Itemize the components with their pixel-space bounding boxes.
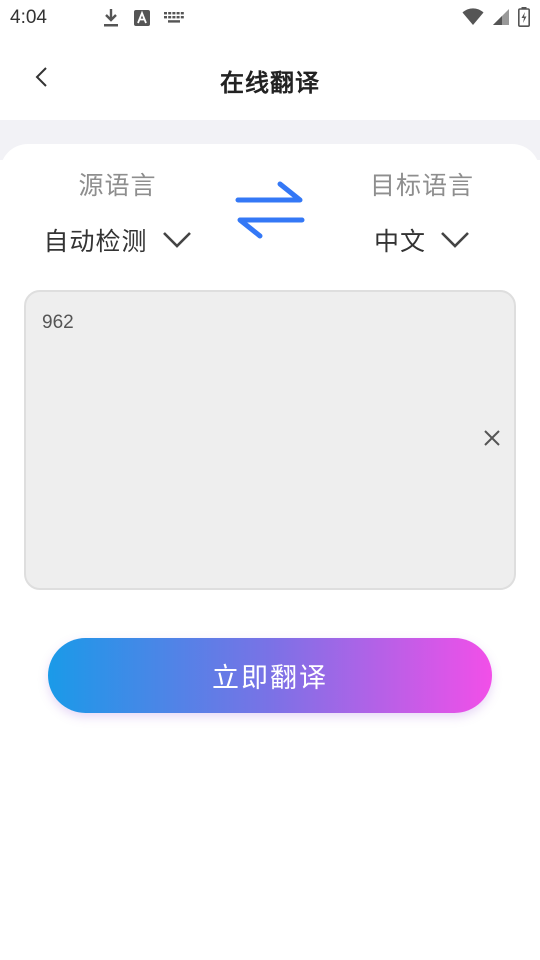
status-notification-icons — [102, 8, 184, 28]
translate-button[interactable]: 立即翻译 — [48, 638, 492, 713]
source-language-caption: 源语言 — [78, 171, 157, 200]
source-language-value: 自动检测 — [43, 227, 148, 256]
chevron-down-icon — [440, 231, 470, 249]
wifi-icon — [462, 8, 484, 26]
source-text-input[interactable]: 962 — [42, 312, 454, 572]
cellular-signal-icon — [492, 8, 510, 26]
source-text-box: 962 — [24, 290, 516, 590]
chevron-down-icon — [162, 231, 192, 249]
target-language-value: 中文 — [373, 227, 426, 256]
app-header: 在线翻译 — [0, 36, 540, 120]
swap-arrows-icon — [234, 180, 306, 244]
source-language-column: 源语言 自动检测 — [30, 168, 205, 258]
battery-charging-icon — [518, 7, 530, 27]
close-icon — [483, 429, 501, 451]
text-a-icon — [134, 10, 150, 26]
status-time: 4:04 — [10, 7, 47, 28]
status-bar: 4:04 — [0, 0, 540, 36]
download-icon — [102, 8, 120, 28]
swap-languages-button[interactable] — [232, 180, 308, 244]
page-title: 在线翻译 — [220, 69, 320, 97]
target-language-select[interactable]: 中文 — [352, 222, 492, 258]
keyboard-icon — [164, 12, 184, 24]
clear-button[interactable] — [480, 428, 504, 452]
source-language-select[interactable]: 自动检测 — [30, 222, 205, 258]
target-language-caption: 目标语言 — [369, 171, 474, 200]
status-system-icons — [462, 7, 530, 27]
target-language-column: 目标语言 中文 — [352, 168, 492, 258]
